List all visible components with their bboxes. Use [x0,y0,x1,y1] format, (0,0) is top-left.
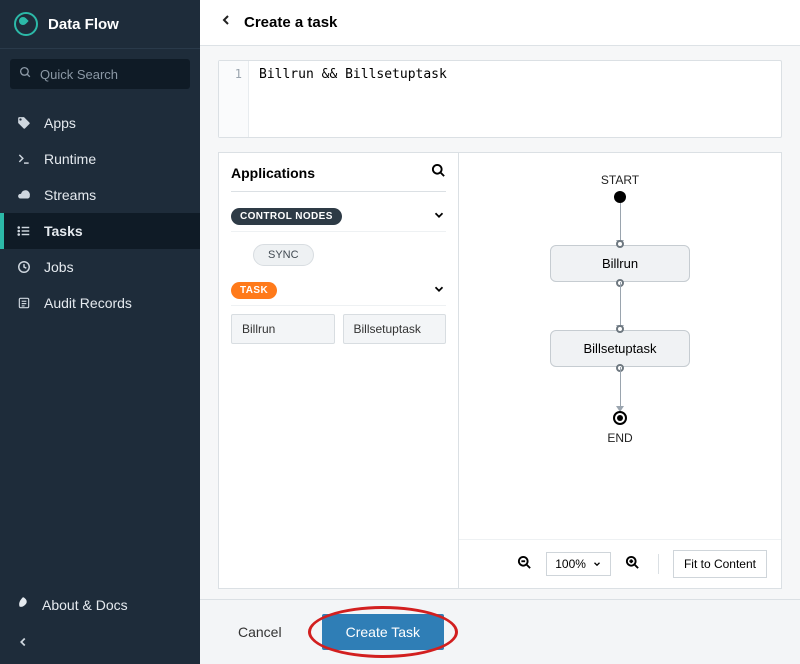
sidebar-item-runtime[interactable]: Runtime [0,141,200,177]
about-label: About & Docs [42,597,128,613]
task-app-billsetuptask[interactable]: Billsetuptask [343,314,447,344]
flow-node-billrun[interactable]: Billrun [550,245,690,282]
sidebar-item-streams[interactable]: Streams [0,177,200,213]
flow-edge [620,367,621,411]
end-label: END [607,431,632,445]
port-in[interactable] [616,325,624,333]
sidebar-collapse[interactable] [0,625,200,664]
logo-icon [14,12,38,36]
chevron-down-icon [592,559,602,569]
code-line: Billrun && Billsetuptask [249,61,457,137]
leaf-icon [16,596,30,613]
task-section[interactable]: TASK [231,276,446,306]
search-icon [19,66,32,82]
sidebar-item-tasks[interactable]: Tasks [0,213,200,249]
terminal-icon [16,152,32,166]
apps-search-icon[interactable] [431,163,446,183]
zoom-out-button[interactable] [513,551,536,577]
control-nodes-section[interactable]: CONTROL NODES [231,202,446,232]
tag-icon [16,116,32,130]
sync-node[interactable]: SYNC [253,244,314,266]
dsl-editor[interactable]: 1 Billrun && Billsetuptask [218,60,782,138]
nav-label: Runtime [44,151,96,167]
footer-actions: Cancel Create Task [200,599,800,664]
nav: Apps Runtime Streams Tasks [0,105,200,321]
clock-icon [16,260,32,274]
nav-label: Audit Records [44,295,132,311]
task-app-billrun[interactable]: Billrun [231,314,335,344]
sidebar-item-about[interactable]: About & Docs [0,584,200,625]
list-icon [16,224,32,238]
main: Create a task 1 Billrun && Billsetuptask… [200,0,800,664]
sidebar-item-apps[interactable]: Apps [0,105,200,141]
applications-title: Applications [231,165,315,181]
applications-panel: Applications CONTROL NODES SYNC TASK [219,153,459,588]
records-icon [16,296,32,310]
chevron-down-icon [432,208,446,225]
nav-label: Apps [44,115,76,131]
line-number: 1 [219,61,249,137]
chevron-left-icon [16,636,30,653]
cloud-icon [16,188,32,202]
canvas-toolbar: 100% Fit to Content [459,539,781,588]
back-button[interactable] [218,12,234,33]
zoom-value: 100% [555,557,586,571]
zoom-in-button[interactable] [621,551,644,577]
search-placeholder: Quick Search [40,67,118,82]
divider [658,554,659,574]
sidebar: Data Flow Quick Search Apps Runtime [0,0,200,664]
quick-search[interactable]: Quick Search [10,59,190,89]
control-nodes-pill: CONTROL NODES [231,208,342,225]
flow-edge [620,282,621,330]
zoom-select[interactable]: 100% [546,552,611,576]
chevron-down-icon [432,282,446,299]
brand-title: Data Flow [48,16,119,33]
port-in[interactable] [616,240,624,248]
page-header: Create a task [200,0,800,46]
start-label: START [601,173,639,187]
flow-node-billsetuptask[interactable]: Billsetuptask [550,330,690,367]
nav-label: Jobs [44,259,74,275]
node-label: Billrun [602,256,638,271]
fit-to-content-button[interactable]: Fit to Content [673,550,767,578]
page-title: Create a task [244,14,337,31]
start-node[interactable] [614,191,626,203]
flow-canvas[interactable]: START Billrun Billsetuptask [459,153,781,588]
end-node[interactable] [613,411,627,425]
sidebar-item-jobs[interactable]: Jobs [0,249,200,285]
create-task-button[interactable]: Create Task [322,614,444,650]
flow-edge [620,203,621,245]
nav-label: Streams [44,187,96,203]
task-pill: TASK [231,282,277,299]
node-label: Billsetuptask [584,341,657,356]
brand: Data Flow [0,0,200,49]
sidebar-item-audit[interactable]: Audit Records [0,285,200,321]
cancel-button[interactable]: Cancel [218,616,302,648]
nav-label: Tasks [44,223,83,239]
